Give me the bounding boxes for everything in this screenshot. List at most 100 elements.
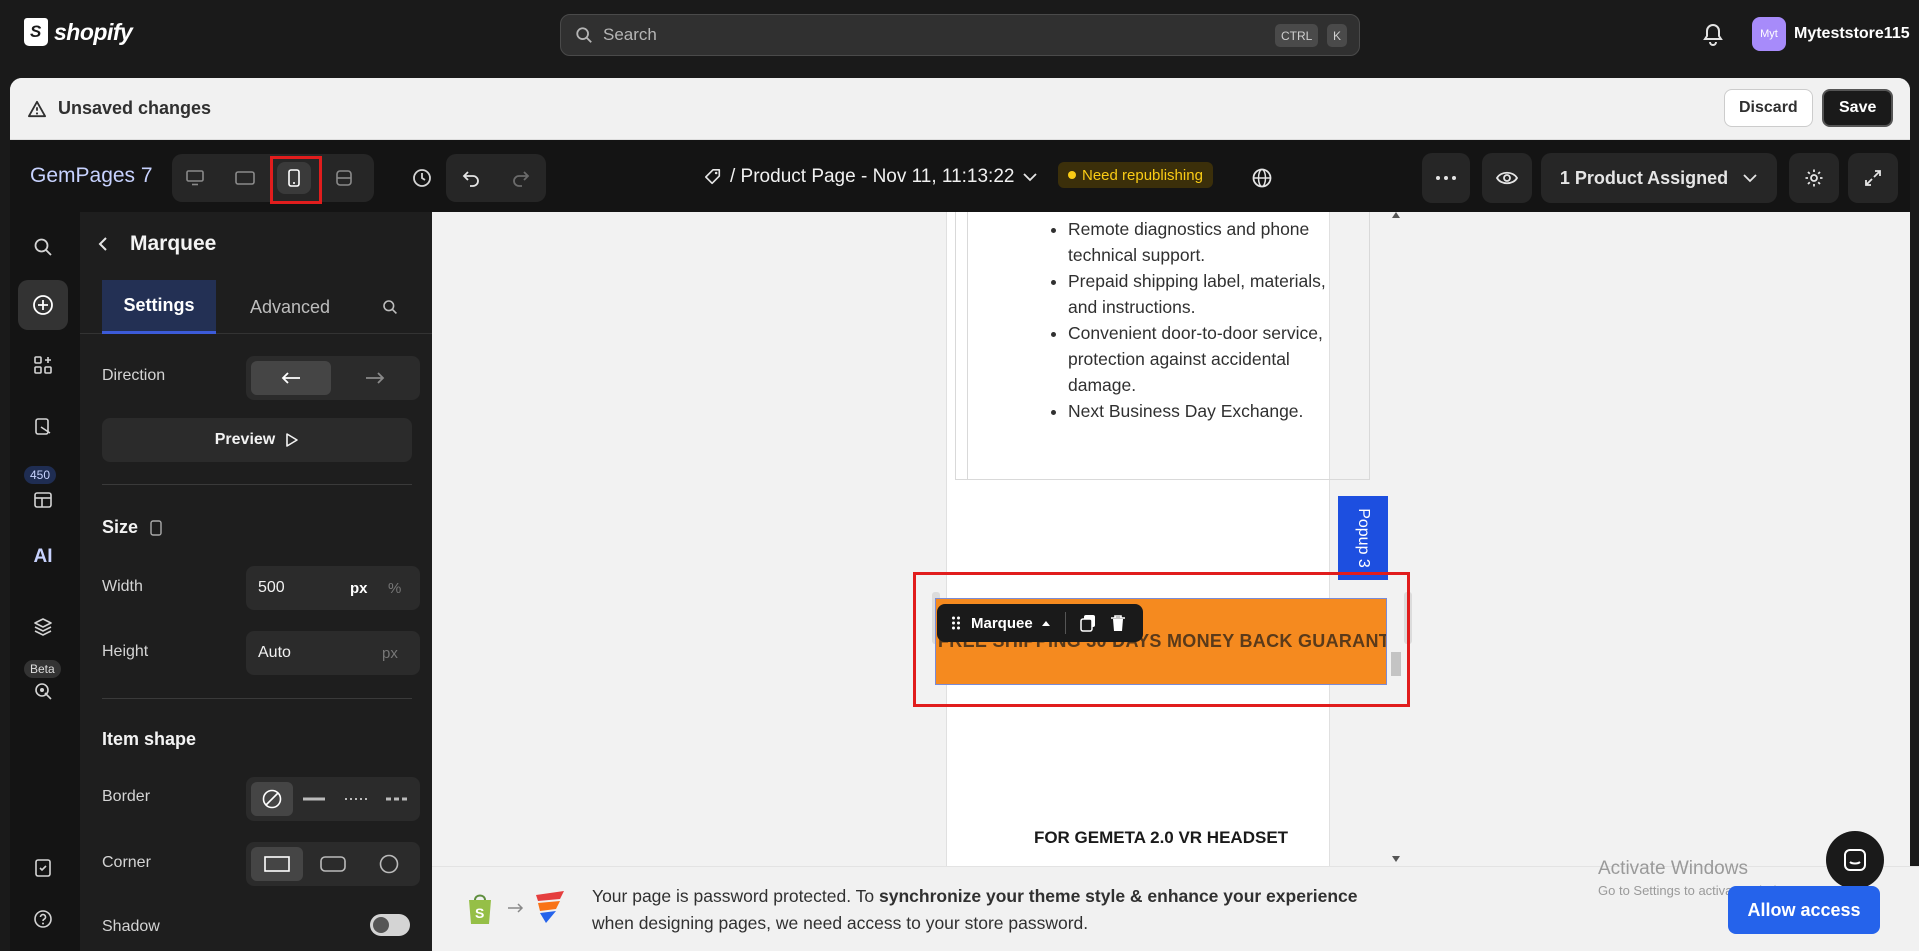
undo-icon[interactable]	[449, 154, 493, 202]
page-title-dropdown[interactable]: / Product Page - Nov 11, 11:13:22	[704, 166, 1038, 188]
no-border-icon[interactable]	[251, 782, 293, 816]
search-input[interactable]: Search CTRL K	[560, 14, 1360, 56]
chat-icon	[1844, 849, 1866, 871]
drag-handle-icon[interactable]	[951, 615, 961, 631]
shopify-bag-icon	[24, 18, 48, 46]
section-heading: FOR GEMETA 2.0 VR HEADSET	[1033, 828, 1289, 847]
search-icon[interactable]	[18, 222, 68, 272]
expand-icon	[1865, 170, 1881, 186]
corner-style-toggle	[246, 842, 420, 886]
size-section-title: Size	[102, 517, 162, 538]
save-button[interactable]: Save	[1822, 89, 1894, 127]
marquee-toolbar-label[interactable]: Marquee	[971, 615, 1033, 632]
rounded-corner-icon[interactable]	[307, 847, 359, 881]
banner-text-prefix: Your page is password protected. To	[592, 886, 879, 906]
globe-icon[interactable]	[1240, 154, 1284, 202]
preview-eye-button[interactable]	[1482, 153, 1532, 203]
status-text: Need republishing	[1082, 166, 1203, 184]
more-options-button[interactable]	[1422, 153, 1470, 203]
canvas-scrollbar[interactable]	[1388, 212, 1404, 868]
settings-panel: Marquee Settings Advanced Direction Prev…	[80, 212, 432, 951]
preview-button[interactable]: Preview	[102, 418, 412, 462]
banner-message: Your page is password protected. To sync…	[592, 883, 1358, 937]
panel-header: Marquee	[80, 212, 432, 276]
dashed-border-icon[interactable]	[377, 782, 417, 816]
section-divider	[102, 698, 412, 699]
features-box-border	[955, 212, 1370, 480]
redo-icon[interactable]	[499, 154, 543, 202]
size-title: Size	[102, 517, 139, 537]
help-icon[interactable]	[18, 894, 68, 944]
chat-button[interactable]	[1826, 831, 1884, 889]
status-badge: Need republishing	[1058, 162, 1213, 188]
mobile-view-icon[interactable]	[277, 162, 311, 194]
settings-button[interactable]	[1789, 153, 1839, 203]
resize-handle-right[interactable]	[1404, 592, 1412, 644]
scroll-down-icon[interactable]	[1392, 856, 1400, 862]
square-corner-icon[interactable]	[251, 847, 303, 881]
watermark-line-1: Activate Windows	[1598, 858, 1748, 879]
duplicate-icon[interactable]	[1079, 614, 1096, 632]
solid-border-icon[interactable]	[294, 782, 334, 816]
panel-search-icon[interactable]	[370, 280, 410, 334]
history-icon[interactable]	[400, 154, 444, 202]
page-sections-icon[interactable]	[18, 402, 68, 452]
templates-icon[interactable]	[18, 474, 68, 524]
apps-icon[interactable]	[18, 340, 68, 390]
toolbar-divider	[1064, 612, 1066, 634]
shopify-logo[interactable]: shopify	[24, 18, 133, 46]
trash-icon[interactable]	[1110, 614, 1126, 632]
circle-corner-icon[interactable]	[363, 847, 415, 881]
border-style-toggle	[246, 777, 420, 821]
discard-button[interactable]: Discard	[1724, 89, 1813, 127]
product-assigned-dropdown[interactable]: 1 Product Assigned	[1541, 153, 1777, 203]
unsaved-title: Unsaved changes	[28, 98, 211, 119]
gempages-toolbar: GemPages 7 / Product Page - Nov 11, 11:1…	[10, 140, 1910, 212]
section-divider	[102, 484, 412, 485]
height-input[interactable]: Auto px	[246, 631, 420, 675]
back-chevron-icon[interactable]	[98, 236, 108, 252]
dotted-border-icon[interactable]	[336, 782, 376, 816]
shadow-toggle[interactable]	[370, 914, 410, 936]
caret-up-icon[interactable]	[1041, 619, 1051, 627]
gempages-logo: GemPages 7	[30, 164, 153, 187]
width-unit-percent[interactable]: %	[388, 580, 401, 597]
popup-tab-label: Popup 3	[1355, 508, 1373, 568]
scroll-up-icon[interactable]	[1392, 212, 1400, 218]
tab-advanced[interactable]: Advanced	[226, 280, 354, 334]
banner-text-bold: synchronize your theme style & enhance y…	[879, 886, 1358, 906]
target-icon[interactable]	[18, 666, 68, 716]
status-dot-icon	[1068, 171, 1076, 179]
shopify-bag-icon: S	[469, 894, 491, 924]
width-input[interactable]: 500 px %	[246, 566, 420, 610]
allow-access-button[interactable]: Allow access	[1728, 886, 1880, 934]
fullscreen-button[interactable]	[1848, 153, 1898, 203]
search-placeholder: Search	[603, 25, 657, 44]
panel-tabs: Settings Advanced	[80, 280, 432, 334]
chevron-down-icon	[1743, 174, 1757, 183]
arrow-right-icon	[508, 903, 524, 913]
shortcut-k-key: K	[1327, 24, 1348, 47]
clipboard-icon[interactable]	[18, 842, 68, 892]
responsive-view-icon[interactable]	[327, 162, 361, 194]
add-element-icon[interactable]	[18, 280, 68, 330]
tablet-view-icon[interactable]	[228, 162, 262, 194]
popup-tab[interactable]: Popup 3	[1338, 496, 1388, 580]
arrow-right-icon[interactable]	[335, 361, 415, 395]
scrollbar-thumb[interactable]	[1391, 652, 1401, 676]
panel-title: Marquee	[130, 232, 217, 255]
shadow-label: Shadow	[102, 918, 160, 935]
warning-icon	[28, 100, 46, 117]
width-unit-px[interactable]: px	[350, 580, 368, 597]
desktop-view-icon[interactable]	[178, 162, 212, 194]
assigned-label: 1 Product Assigned	[1559, 167, 1729, 188]
notifications-bell-icon[interactable]	[1702, 22, 1724, 51]
layers-icon[interactable]	[18, 602, 68, 652]
left-icon-rail: 450 AI Beta	[10, 212, 80, 951]
avatar: Myt	[1752, 17, 1786, 51]
ai-icon[interactable]: AI	[18, 532, 68, 582]
direction-toggle	[246, 356, 420, 400]
arrow-left-icon[interactable]	[251, 361, 331, 395]
tab-settings[interactable]: Settings	[102, 280, 216, 334]
store-account-menu[interactable]: Myt Myteststore115	[1752, 17, 1910, 51]
